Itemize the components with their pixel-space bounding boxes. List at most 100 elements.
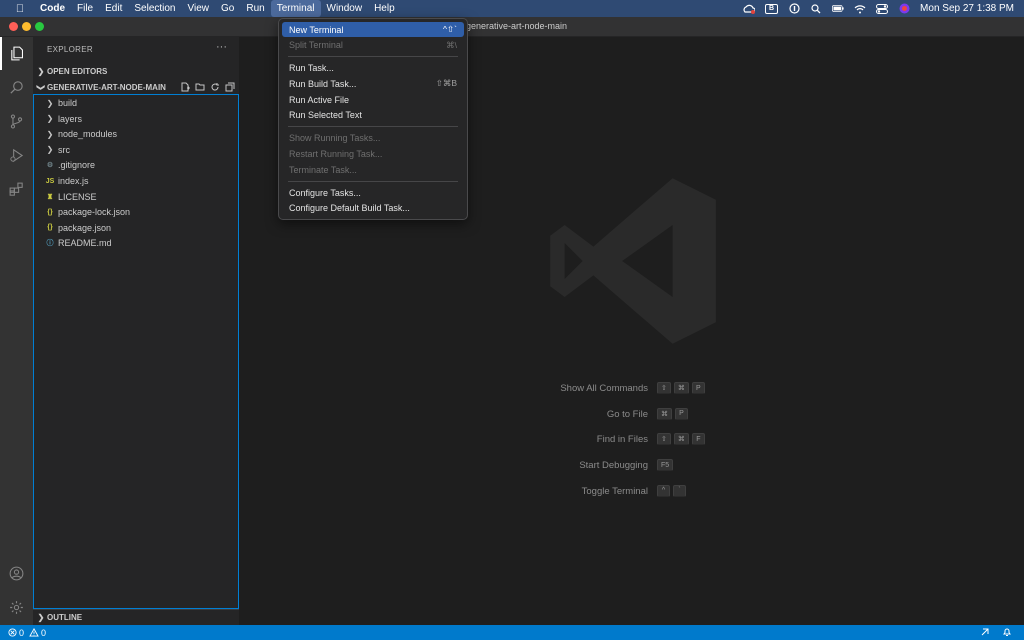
control-center-icon[interactable] — [876, 3, 889, 14]
file-label: package-lock.json — [58, 207, 131, 218]
tree-file-readme-md[interactable]: ⓘ README.md — [34, 235, 238, 251]
shortcut-label[interactable]: Toggle Terminal — [582, 486, 648, 497]
keybinding-key: ⌘ — [657, 407, 672, 420]
search-icon[interactable] — [810, 3, 822, 14]
file-label: index.js — [58, 176, 89, 186]
tree-folder-src[interactable]: ❯ src — [34, 142, 238, 158]
json-icon: {} — [47, 208, 53, 216]
file-label: LICENSE — [58, 191, 97, 202]
menu-item-label: Restart Running Task... — [289, 148, 383, 159]
menu-item-label: Run Selected Text — [289, 110, 362, 121]
shortcut-keys: ⇧ ⌘ F — [657, 433, 705, 446]
menu-item-label: Configure Default Build Task... — [289, 203, 410, 214]
keybinding-key: ` — [673, 484, 686, 497]
collapse-all-icon[interactable] — [224, 81, 235, 92]
menu-edit[interactable]: Edit — [99, 0, 128, 17]
menu-selection[interactable]: Selection — [128, 0, 181, 17]
vscode-logo-icon — [550, 178, 716, 344]
refresh-icon[interactable] — [209, 81, 220, 92]
shortcut-keys: ^ ` — [657, 484, 686, 497]
project-section[interactable]: ❯ GENERATIVE-ART-NODE-MAIN — [33, 79, 239, 95]
new-folder-icon[interactable] — [194, 81, 205, 92]
extensions-icon[interactable] — [0, 173, 33, 206]
folder-label: src — [58, 144, 70, 155]
project-actions — [179, 81, 235, 92]
menu-item-run-active-file[interactable]: Run Active File — [282, 92, 464, 107]
creative-cloud-icon[interactable] — [743, 4, 756, 14]
menu-run[interactable]: Run — [240, 0, 270, 17]
menu-app-name[interactable]: Code — [34, 0, 71, 17]
menu-file[interactable]: File — [71, 0, 99, 17]
file-label: package.json — [58, 222, 112, 233]
menu-item-shortcut: ⌘\ — [446, 39, 457, 50]
new-file-icon[interactable] — [179, 81, 190, 92]
close-window-button[interactable] — [9, 22, 18, 31]
tree-folder-build[interactable]: ❯ build — [34, 95, 238, 111]
menu-view[interactable]: View — [182, 0, 216, 17]
tree-file--gitignore[interactable]: ⚙ .gitignore — [34, 157, 238, 173]
menu-item-label: Run Build Task... — [289, 78, 357, 89]
open-editors-label: OPEN EDITORS — [47, 66, 108, 76]
shortcut-label[interactable]: Start Debugging — [579, 460, 648, 471]
feedback-icon[interactable] — [980, 627, 990, 639]
shortcut-label[interactable]: Show All Commands — [560, 383, 648, 394]
explorer-icon[interactable] — [0, 37, 33, 70]
zoom-window-button[interactable] — [35, 22, 44, 31]
onepassword-icon[interactable] — [788, 3, 800, 14]
tree-file-package-lock-json[interactable]: {} package-lock.json — [34, 204, 238, 220]
tree-file-package-json[interactable]: {} package.json — [34, 220, 238, 236]
outline-section[interactable]: ❯ OUTLINE — [33, 609, 239, 625]
notifications-bell-icon[interactable] — [1002, 627, 1012, 639]
folder-label: node_modules — [58, 129, 118, 140]
menu-go[interactable]: Go — [215, 0, 240, 17]
menu-item-run-selected-text[interactable]: Run Selected Text — [282, 108, 464, 123]
shortcut-row: Show All Commands ⇧ ⌘ P — [239, 381, 1024, 397]
menu-help[interactable]: Help — [368, 0, 401, 17]
apple-icon[interactable]:  — [12, 3, 28, 15]
menu-item-configure-tasks[interactable]: Configure Tasks... — [282, 185, 464, 200]
search-icon[interactable] — [0, 71, 33, 104]
shortcut-label[interactable]: Go to File — [607, 409, 648, 420]
chevron-right-icon: ❯ — [46, 145, 54, 155]
json-icon: {} — [47, 224, 53, 232]
tree-file-license[interactable]: ♜ LICENSE — [34, 189, 238, 205]
menu-item-run-task[interactable]: Run Task... — [282, 61, 464, 76]
file-tree: ❯ build ❯ layers ❯ node_modules ❯ src ⚙ .gitignor… — [33, 94, 239, 609]
tree-folder-layers[interactable]: ❯ layers — [34, 111, 238, 127]
menu-terminal[interactable]: Terminal — [270, 0, 321, 17]
gear-icon: ⚙ — [46, 162, 54, 170]
bluetooth-label-icon[interactable]: B — [765, 3, 779, 14]
keybinding-key: P — [691, 382, 705, 394]
accounts-icon[interactable] — [0, 557, 33, 590]
open-editors-section[interactable]: ❯ OPEN EDITORS — [33, 63, 239, 79]
menu-item-shortcut: ⇧⌘B — [435, 78, 457, 89]
chevron-down-icon: ❯ — [36, 83, 46, 91]
window-title: generative-art-node-main — [466, 21, 568, 31]
error-count: 0 — [19, 627, 25, 638]
run-debug-icon[interactable] — [0, 139, 33, 172]
project-label: GENERATIVE-ART-NODE-MAIN — [47, 82, 166, 92]
shortcut-label[interactable]: Find in Files — [597, 434, 648, 445]
menubar-clock[interactable]: Mon Sep 27 1:38 PM — [920, 3, 1014, 14]
more-actions-icon[interactable]: ··· — [216, 41, 227, 53]
keybinding-key: P — [675, 407, 688, 420]
tree-file-index-js[interactable]: JS index.js — [34, 173, 238, 189]
minimize-window-button[interactable] — [22, 22, 31, 31]
manage-gear-icon[interactable] — [0, 591, 33, 624]
source-control-icon[interactable] — [0, 105, 33, 138]
info-icon: ⓘ — [46, 240, 54, 248]
siri-icon[interactable] — [898, 3, 910, 14]
menu-item-run-build-task[interactable]: Run Build Task... ⇧⌘B — [282, 76, 464, 91]
shortcut-keys: F5 — [657, 459, 674, 472]
menu-item-label: Split Terminal — [289, 40, 343, 51]
problems-indicator[interactable]: 0 0 — [8, 628, 46, 638]
shortcut-row: Toggle Terminal ^ ` — [239, 484, 1024, 500]
tree-folder-node-modules[interactable]: ❯ node_modules — [34, 126, 238, 142]
keybinding-key: ⇧ — [657, 382, 671, 394]
menu-item-new-terminal[interactable]: New Terminal ^⇧` — [282, 22, 464, 37]
menu-item-configure-default-build-task[interactable]: Configure Default Build Task... — [282, 201, 464, 216]
battery-icon[interactable] — [832, 4, 844, 14]
menu-separator — [288, 56, 458, 58]
wifi-icon[interactable] — [854, 4, 866, 14]
menu-window[interactable]: Window — [321, 0, 369, 17]
